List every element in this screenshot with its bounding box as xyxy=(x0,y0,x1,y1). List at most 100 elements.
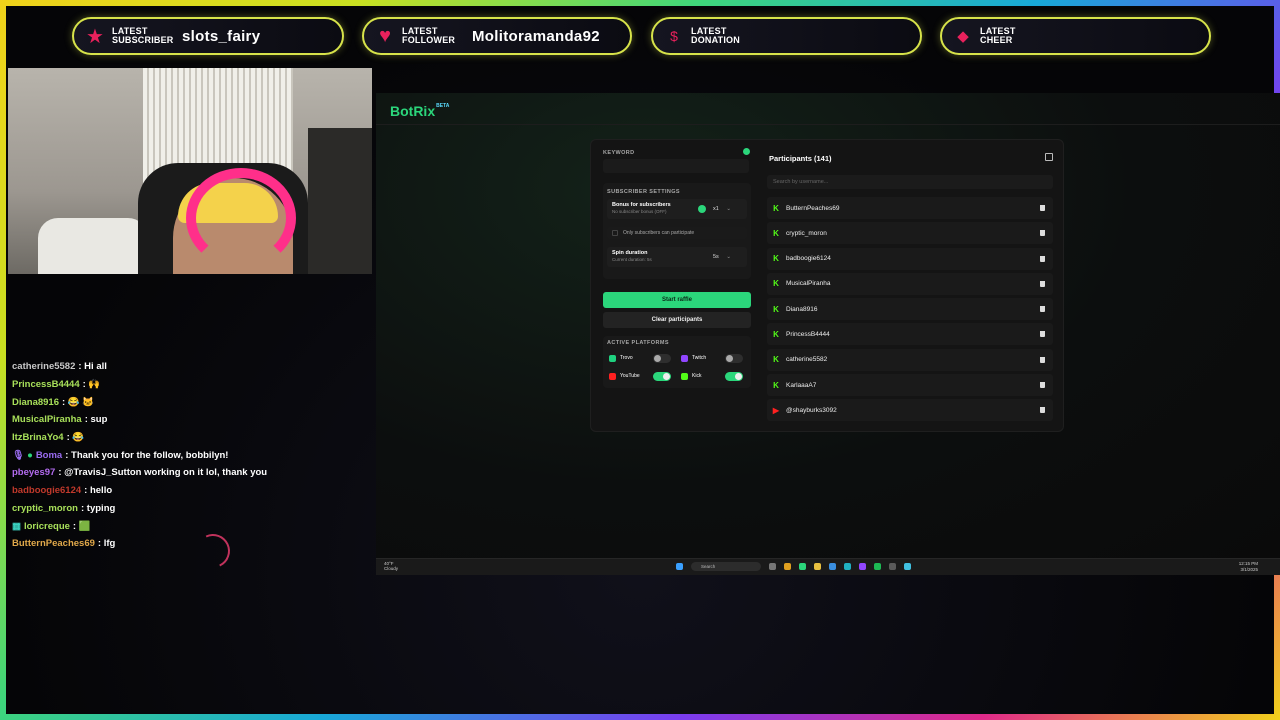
alert-label: LATEST CHEER xyxy=(980,26,1016,45)
kick-icon: K xyxy=(773,228,779,238)
chat-username: Diana8916 xyxy=(12,396,60,408)
latest-donation-alert: $ LATEST DONATION xyxy=(651,17,922,55)
kick-toggle[interactable] xyxy=(725,372,743,381)
chat-overlay: catherine5582: Hi all PrincessB4444: 🙌 D… xyxy=(12,358,372,553)
kick-icon: K xyxy=(773,329,779,339)
latest-cheer-alert: ◆ LATEST CHEER xyxy=(940,17,1211,55)
subscriber-settings: SUBSCRIBER SETTINGS Bonus for subscriber… xyxy=(603,183,751,279)
task-view-icon[interactable] xyxy=(769,563,776,570)
chat-message: PrincessB4444: 🙌 xyxy=(12,379,101,391)
kick-icon: K xyxy=(773,380,779,390)
star-icon: ★ xyxy=(86,25,104,48)
webcam-feed xyxy=(8,68,372,274)
heart-icon: ♥ xyxy=(379,24,391,47)
chat-message: pbeyes97: @TravisJ_Sutton working on it … xyxy=(12,467,268,479)
youtube-icon xyxy=(609,372,616,380)
app-icon[interactable] xyxy=(844,563,851,570)
participant-row: K PrincessB4444 xyxy=(767,323,1053,346)
trash-icon[interactable] xyxy=(1040,356,1045,363)
participant-row: K MusicalPiranha xyxy=(767,272,1053,295)
chat-message: ButternPeaches69: lfg xyxy=(12,538,116,550)
kick-icon: K xyxy=(773,279,779,289)
participant-list: K ButternPeaches69 Kcryptic_moron Kbadboo… xyxy=(767,197,1053,425)
trash-icon[interactable] xyxy=(1040,230,1045,237)
taskbar-apps: Search xyxy=(676,562,919,571)
trash-icon[interactable] xyxy=(1040,382,1045,389)
taskbar-search[interactable]: Search xyxy=(691,562,761,571)
chat-message: 🎙 ● Boma: Thank you for the follow, bobbil… xyxy=(12,449,229,461)
chat-username: loricreque xyxy=(23,520,70,532)
participant-row: ▶ @shayburks3092 xyxy=(767,399,1053,422)
participant-search-input[interactable]: Search by username... xyxy=(767,175,1053,189)
kick-icon xyxy=(681,372,688,380)
chrome-icon[interactable] xyxy=(784,563,791,570)
chat-username: catherine5582 xyxy=(12,361,76,373)
bonus-multiplier-select[interactable]: x1 ⌄ xyxy=(713,206,731,212)
bonus-for-subscribers-row: Bonus for subscribers No subscriber bonu… xyxy=(607,199,747,219)
dollar-icon: $ xyxy=(670,28,678,44)
participant-row: Kcatherine5582 xyxy=(767,348,1053,371)
platform-youtube: YouTube xyxy=(605,369,673,383)
clear-participants-button[interactable]: Clear participants xyxy=(603,312,751,328)
subscriber-settings-label: SUBSCRIBER SETTINGS xyxy=(607,189,680,195)
chat-message: cryptic_moron: typing xyxy=(12,502,116,514)
windows-taskbar: 40°F Cloudy Search 12:15 PM 3/1/2025 xyxy=(376,558,1280,575)
chat-username: badboogie6124 xyxy=(12,485,82,497)
weather-widget[interactable]: 40°F Cloudy xyxy=(384,561,398,571)
botrix-logo[interactable]: BotRixBETA xyxy=(390,103,449,119)
youtube-icon: ▶ xyxy=(772,405,780,415)
app-icon[interactable] xyxy=(889,563,896,570)
spin-duration-row: Spin duration Current duration: 5s 5s ⌄ xyxy=(607,247,747,267)
trash-icon[interactable] xyxy=(1040,255,1045,262)
trovo-icon xyxy=(609,354,616,362)
info-icon[interactable] xyxy=(743,148,750,155)
participant-row: K Diana8916 xyxy=(767,298,1053,321)
participant-row: K ButternPeaches69 xyxy=(767,197,1053,219)
raffle-settings: KEYWORD SUBSCRIBER SETTINGS Bonus for su… xyxy=(597,146,755,427)
trash-icon[interactable] xyxy=(1040,280,1045,287)
botrix-header: BotRixBETA xyxy=(376,93,1280,125)
raffle-panel: KEYWORD SUBSCRIBER SETTINGS Bonus for su… xyxy=(590,139,1064,432)
trash-icon[interactable] xyxy=(1040,407,1045,414)
keyword-input[interactable] xyxy=(603,159,749,173)
app-icon[interactable] xyxy=(799,563,806,570)
trash-icon[interactable] xyxy=(1040,205,1045,211)
active-platforms-label: ACTIVE PLATFORMS xyxy=(607,340,669,346)
chat-username: Boma xyxy=(35,449,63,461)
youtube-toggle[interactable] xyxy=(653,372,671,381)
spin-duration-select[interactable]: 5s ⌄ xyxy=(713,254,731,260)
explorer-icon[interactable] xyxy=(814,563,821,570)
app-icon[interactable] xyxy=(874,563,881,570)
chat-username: ButternPeaches69 xyxy=(12,538,95,550)
kick-icon: K xyxy=(773,254,779,264)
keyword-label: KEYWORD xyxy=(603,150,635,156)
twitch-toggle[interactable] xyxy=(725,354,743,363)
app-icon[interactable] xyxy=(829,563,836,570)
info-icon[interactable] xyxy=(698,205,706,213)
copy-icon[interactable] xyxy=(1045,153,1053,161)
participants-panel: Participants (141) Search by username...… xyxy=(763,146,1059,427)
windows-start-icon[interactable] xyxy=(676,563,683,570)
system-clock[interactable]: 12:15 PM 3/1/2025 xyxy=(1239,561,1258,572)
chat-username: cryptic_moron xyxy=(12,502,78,514)
checkbox[interactable] xyxy=(612,230,618,236)
chat-message: catherine5582: Hi all xyxy=(12,361,107,373)
chat-message: Diana8916: 😂 🐱 xyxy=(12,396,95,408)
start-raffle-button[interactable]: Start raffle xyxy=(603,292,751,308)
trash-icon[interactable] xyxy=(1040,306,1045,313)
participant-row: Kbadboogie6124 xyxy=(767,247,1053,270)
alert-value: Molitoramanda92 xyxy=(472,27,600,45)
trovo-toggle[interactable] xyxy=(653,354,671,363)
only-subscribers-row[interactable]: Only subscribers can participate xyxy=(607,227,747,239)
chat-message: MusicalPiranha: sup xyxy=(12,414,108,426)
subscriber-badge-icon: ▦ xyxy=(12,520,21,532)
app-icon[interactable] xyxy=(859,563,866,570)
app-icon[interactable] xyxy=(904,563,911,570)
trash-icon[interactable] xyxy=(1040,331,1045,338)
alert-label: LATEST SUBSCRIBER xyxy=(112,26,174,45)
latest-subscriber-alert: ★ LATEST SUBSCRIBER slots_fairy xyxy=(72,17,344,55)
platform-kick: Kick xyxy=(677,369,745,383)
kick-icon: K xyxy=(773,355,779,365)
screen-capture: BotRixBETA KEYWORD SUBSCRIBER SETTINGS B… xyxy=(376,93,1280,575)
alert-label: LATEST DONATION xyxy=(691,26,740,45)
